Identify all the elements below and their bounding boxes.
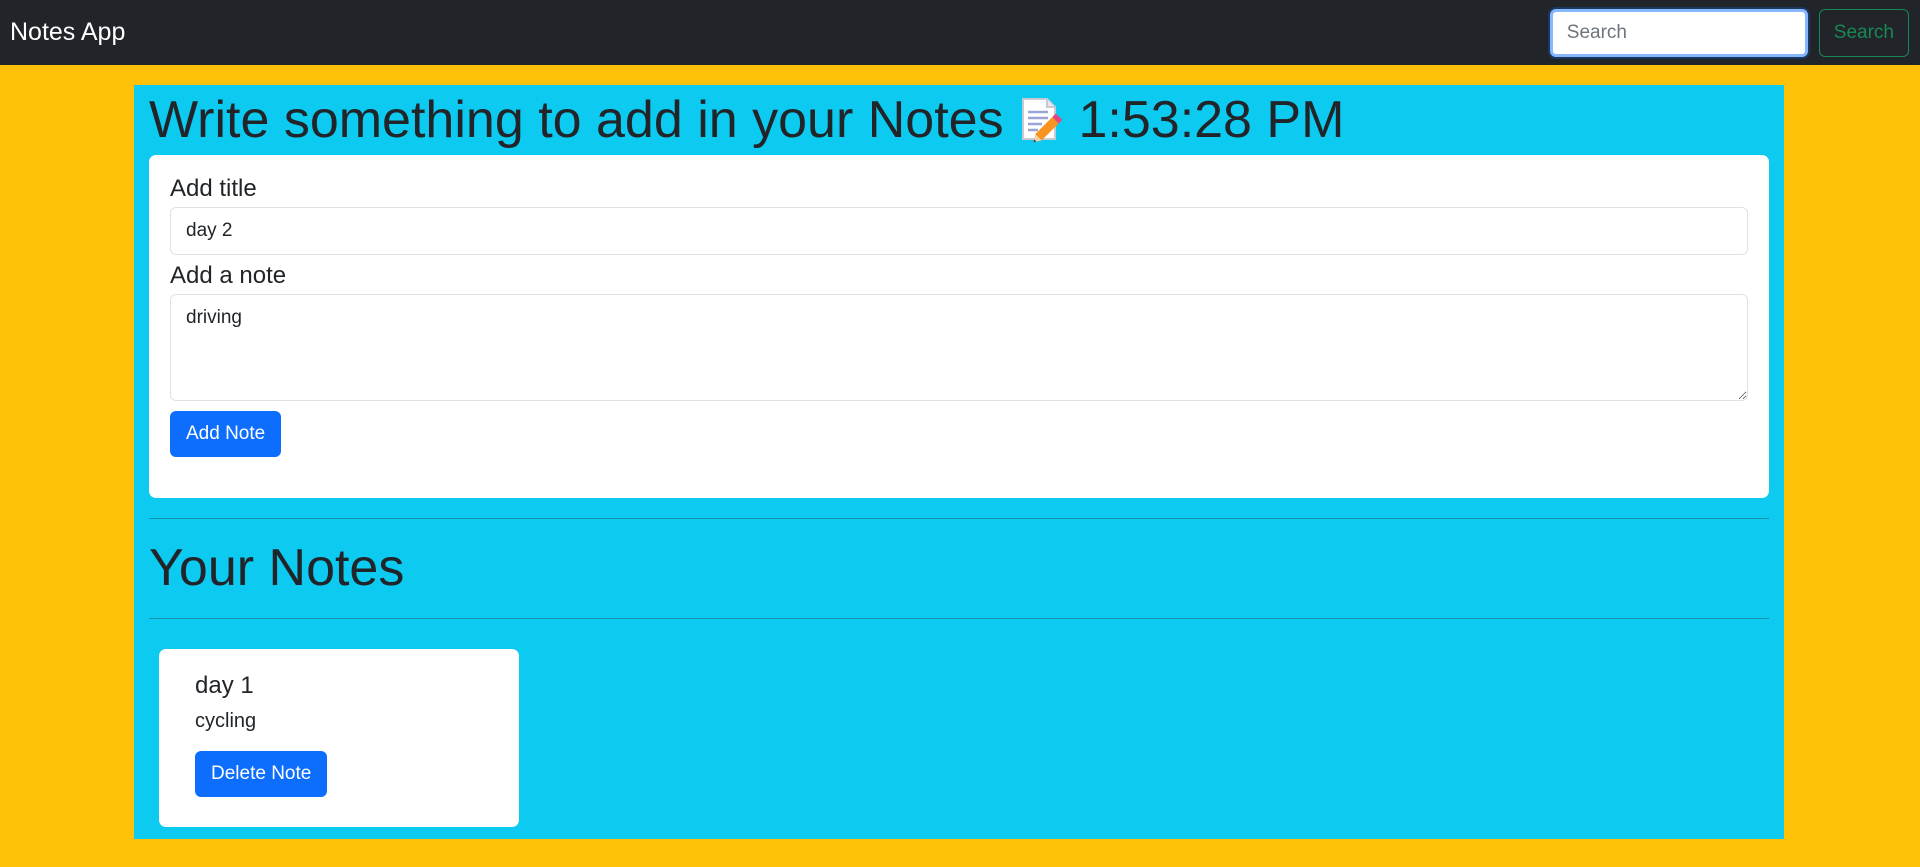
- memo-icon: [1018, 95, 1064, 143]
- title-input[interactable]: [170, 207, 1748, 255]
- clock-time: 1:53:28 PM: [1078, 91, 1345, 149]
- search-button[interactable]: Search: [1818, 8, 1909, 57]
- navbar: Notes App Search: [0, 0, 1920, 65]
- search-input[interactable]: [1549, 8, 1808, 57]
- main-container: Write something to add in your Notes 1:5…: [134, 85, 1784, 839]
- brand-link[interactable]: Notes App: [10, 20, 125, 45]
- note-label: Add a note: [170, 262, 287, 289]
- page-title-text: Write something to add in your Notes: [149, 91, 1004, 149]
- notes-heading: Your Notes: [149, 539, 405, 597]
- search-form: Search: [1549, 8, 1909, 57]
- note-card: day 1 cycling Delete Note: [159, 649, 519, 827]
- note-title: day 1: [195, 672, 254, 699]
- add-note-button[interactable]: Add Note: [170, 411, 282, 457]
- title-label: Add title: [170, 175, 257, 202]
- note-text: cycling: [195, 710, 257, 732]
- page-title: Write something to add in your Notes 1:5…: [149, 85, 1769, 155]
- notes-list: day 1 cycling Delete Note: [149, 619, 1769, 827]
- delete-note-button[interactable]: Delete Note: [195, 751, 328, 797]
- note-textarea[interactable]: driving: [170, 294, 1748, 401]
- add-note-form: Add title Add a note driving Add Note: [149, 155, 1769, 498]
